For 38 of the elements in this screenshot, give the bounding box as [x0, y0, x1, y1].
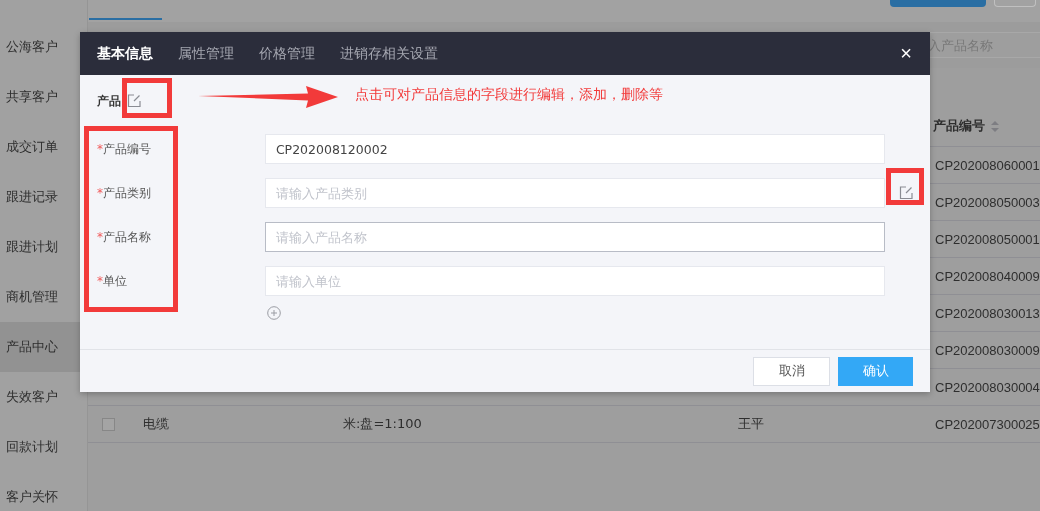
edit-icon[interactable] — [127, 94, 141, 108]
dialog-tab[interactable]: 进销存相关设置 — [340, 44, 438, 63]
column-header: 产品编号 — [933, 117, 985, 135]
table-cell: CP202007300025 — [935, 416, 1040, 432]
field-label: *单位 — [97, 272, 128, 290]
secondary-button[interactable] — [994, 0, 1036, 7]
field-label: *产品编号 — [97, 140, 152, 158]
table-cell: CP202008030004 — [935, 379, 1040, 395]
table-cell: CP202008040009 — [935, 268, 1040, 284]
field-label: *产品类别 — [97, 184, 152, 202]
table-cell: 电缆 — [143, 416, 169, 431]
table-cell: CP202008050003 — [935, 194, 1040, 210]
sidebar-item[interactable]: 失效客户 — [0, 372, 87, 422]
table-cell: CP202008030013 — [935, 305, 1040, 321]
annotation-text: 点击可对产品信息的字段进行编辑，添加，删除等 — [355, 86, 663, 104]
input-field[interactable]: CP202008120002 — [264, 134, 886, 164]
dialog-tab[interactable]: 属性管理 — [178, 44, 234, 63]
add-icon[interactable] — [267, 306, 281, 320]
highlight-box — [886, 168, 924, 205]
highlight-box — [122, 78, 172, 118]
table-cell: 米:盘=1:100 — [343, 416, 422, 431]
dialog-tab[interactable]: 基本信息 — [97, 44, 153, 63]
table-cell: CP202008050001 — [935, 231, 1040, 247]
cancel-button[interactable]: 取消 — [753, 356, 830, 386]
sidebar-item[interactable]: 回款计划 — [0, 422, 87, 472]
sort-icon[interactable] — [991, 120, 999, 132]
section-title: 产品 — [97, 93, 121, 109]
close-button[interactable]: × — [898, 41, 914, 65]
table-cell: CP202008030009 — [935, 342, 1040, 358]
row-checkbox[interactable] — [101, 417, 115, 431]
dialog-tab[interactable]: 价格管理 — [259, 44, 315, 63]
table-cell: CP202008060001 — [935, 157, 1040, 173]
input-field[interactable]: 请输入产品名称 — [264, 222, 886, 252]
edit-icon[interactable] — [899, 186, 913, 200]
table-cell: 王平 — [738, 416, 764, 431]
primary-button[interactable] — [890, 0, 986, 7]
sidebar-item[interactable]: 客户关怀 — [0, 472, 87, 511]
field-label: *产品名称 — [97, 228, 152, 246]
